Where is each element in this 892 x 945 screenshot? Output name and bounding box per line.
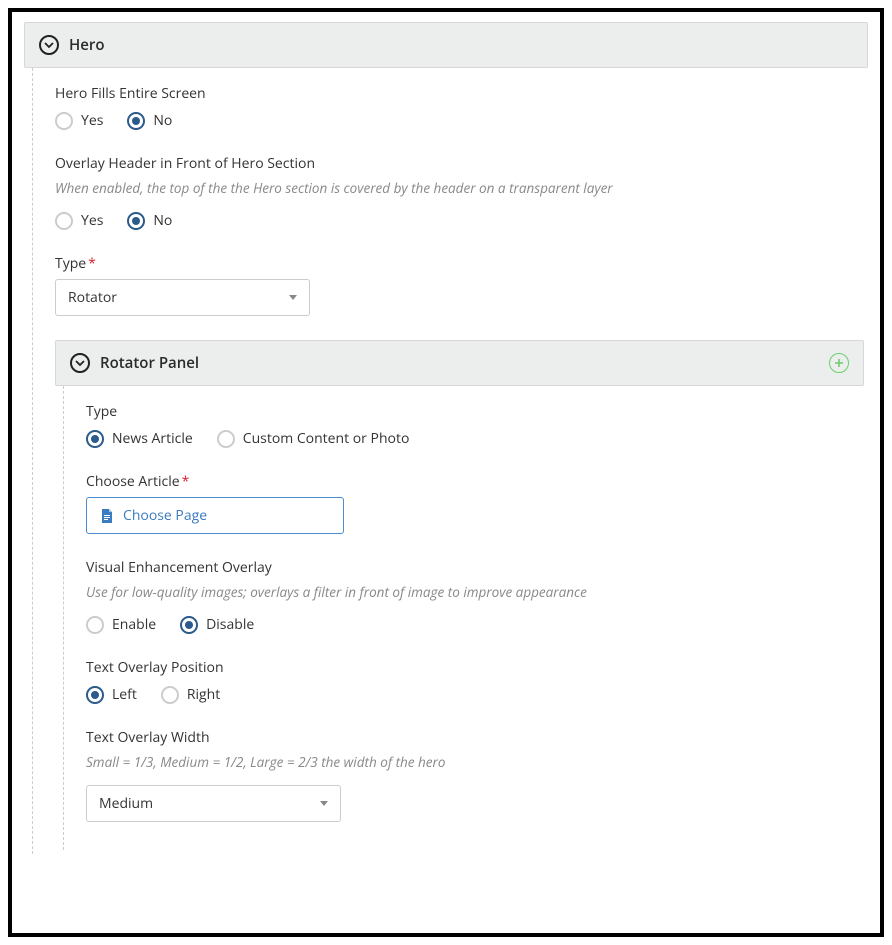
radio-icon (217, 430, 235, 448)
radio-label: Left (112, 685, 137, 704)
hero-panel-body: Hero Fills Entire Screen Yes No Overlay … (32, 68, 868, 854)
width-label: Text Overlay Width (86, 728, 860, 747)
radio-icon (55, 212, 73, 230)
choose-article-label-text: Choose Article (86, 472, 180, 491)
hero-type-label-text: Type (55, 254, 86, 273)
hero-type-label: Type* (55, 254, 864, 273)
rotator-panel-title: Rotator Panel (100, 353, 199, 373)
enhancement-enable-option[interactable]: Enable (86, 615, 156, 634)
rotator-type-label: Type (86, 402, 860, 421)
choose-article-field: Choose Article* Choose Page (86, 472, 860, 534)
radio-icon (161, 686, 179, 704)
hero-fills-label: Hero Fills Entire Screen (55, 84, 864, 103)
radio-icon (127, 212, 145, 230)
enhancement-field: Visual Enhancement Overlay Use for low-q… (86, 558, 860, 634)
radio-label: Disable (206, 615, 254, 634)
radio-label: Enable (112, 615, 156, 634)
overlay-header-field: Overlay Header in Front of Hero Section … (55, 154, 864, 230)
choose-page-button[interactable]: Choose Page (86, 497, 344, 534)
required-star: * (88, 254, 96, 273)
radio-label: No (153, 211, 172, 230)
radio-icon (127, 112, 145, 130)
width-desc: Small = 1/3, Medium = 1/2, Large = 2/3 t… (86, 753, 860, 771)
position-right-option[interactable]: Right (161, 685, 220, 704)
rotator-type-radio-group: News Article Custom Content or Photo (86, 429, 860, 448)
hero-fills-yes-option[interactable]: Yes (55, 111, 103, 130)
enhancement-disable-option[interactable]: Disable (180, 615, 254, 634)
choose-article-label: Choose Article* (86, 472, 860, 491)
radio-icon (86, 686, 104, 704)
radio-label: Yes (81, 211, 103, 230)
position-radio-group: Left Right (86, 685, 860, 704)
hero-type-select[interactable]: Rotator (55, 279, 310, 316)
rotator-panel-header[interactable]: Rotator Panel (55, 340, 864, 386)
caret-down-icon (320, 801, 328, 806)
rotator-panel-body: Type News Article Custom Content or Phot… (63, 386, 864, 850)
radio-label: No (153, 111, 172, 130)
radio-icon (86, 616, 104, 634)
radio-label: Right (187, 685, 220, 704)
overlay-header-label: Overlay Header in Front of Hero Section (55, 154, 864, 173)
page-icon (99, 508, 115, 524)
enhancement-desc: Use for low-quality images; overlays a f… (86, 583, 860, 601)
radio-icon (86, 430, 104, 448)
hero-fills-radio-group: Yes No (55, 111, 864, 130)
rotator-type-custom-option[interactable]: Custom Content or Photo (217, 429, 410, 448)
radio-label: Custom Content or Photo (243, 429, 410, 448)
enhancement-radio-group: Enable Disable (86, 615, 860, 634)
position-label: Text Overlay Position (86, 658, 860, 677)
radio-label: Yes (81, 111, 103, 130)
rotator-type-news-option[interactable]: News Article (86, 429, 193, 448)
rotator-type-field: Type News Article Custom Content or Phot… (86, 402, 860, 448)
overlay-yes-option[interactable]: Yes (55, 211, 103, 230)
overlay-no-option[interactable]: No (127, 211, 172, 230)
position-field: Text Overlay Position Left Right (86, 658, 860, 704)
overlay-header-desc: When enabled, the top of the the Hero se… (55, 179, 864, 197)
radio-label: News Article (112, 429, 193, 448)
add-panel-button[interactable] (829, 353, 849, 373)
enhancement-label: Visual Enhancement Overlay (86, 558, 860, 577)
hero-panel-title: Hero (69, 35, 105, 55)
overlay-header-radio-group: Yes No (55, 211, 864, 230)
chevron-down-icon (70, 353, 90, 373)
hero-panel-header[interactable]: Hero (24, 22, 868, 68)
hero-type-field: Type* Rotator (55, 254, 864, 316)
caret-down-icon (289, 295, 297, 300)
hero-fills-field: Hero Fills Entire Screen Yes No (55, 84, 864, 130)
chevron-down-icon (39, 35, 59, 55)
choose-page-label: Choose Page (123, 506, 207, 525)
width-field: Text Overlay Width Small = 1/3, Medium =… (86, 728, 860, 822)
radio-icon (180, 616, 198, 634)
radio-icon (55, 112, 73, 130)
width-select[interactable]: Medium (86, 785, 341, 822)
hero-type-value: Rotator (68, 288, 117, 307)
width-value: Medium (99, 794, 153, 813)
required-star: * (182, 472, 190, 491)
hero-fills-no-option[interactable]: No (127, 111, 172, 130)
position-left-option[interactable]: Left (86, 685, 137, 704)
